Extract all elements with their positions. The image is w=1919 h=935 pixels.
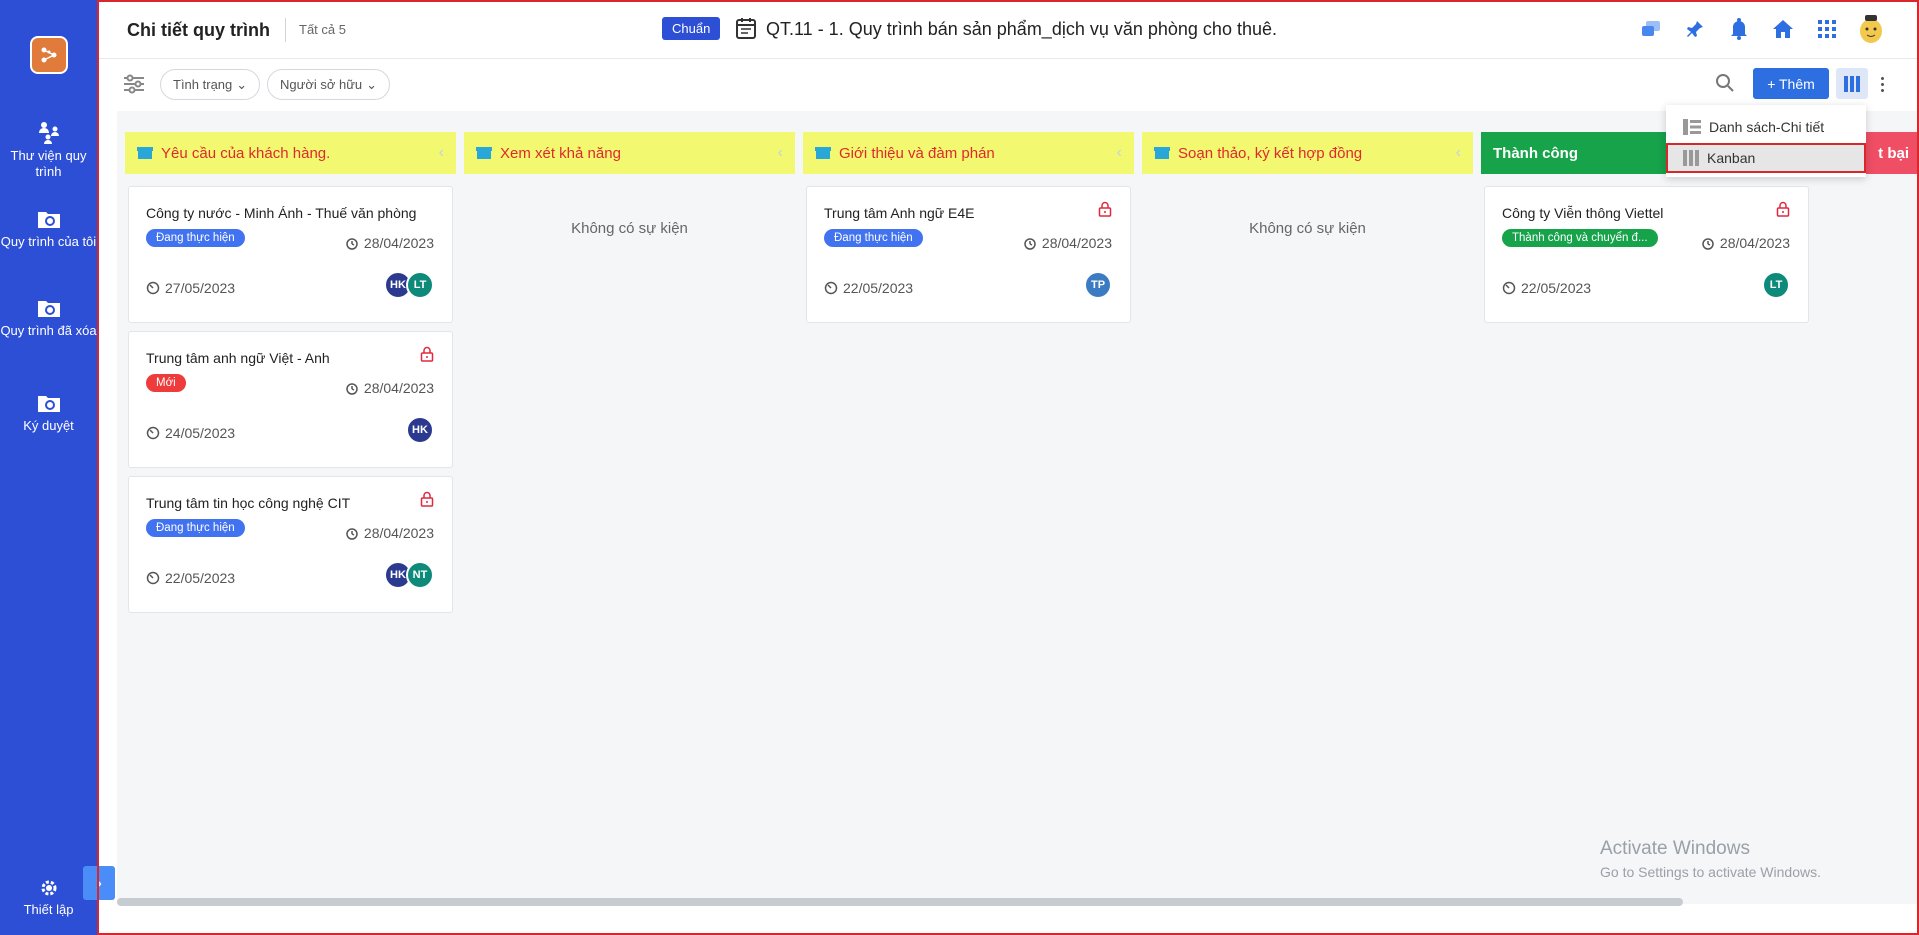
folder-delete-icon	[37, 301, 60, 317]
sidebar-item-label: Quy trình đã xóa	[0, 323, 97, 338]
folder-sign-icon	[37, 396, 60, 412]
sidebar-item-approval[interactable]: Ký duyệt	[0, 392, 97, 434]
sidebar: Thư viện quy trình Quy trình của tôi Quy…	[0, 0, 97, 935]
sidebar-item-my-processes[interactable]: Quy trình của tôi	[0, 208, 97, 250]
app-root: Thư viện quy trình Quy trình của tôi Quy…	[0, 0, 1919, 935]
logo-icon	[41, 47, 57, 63]
folder-eye-icon	[37, 212, 60, 228]
sidebar-item-label: Quy trình của tôi	[0, 234, 97, 249]
gear-icon	[41, 880, 56, 896]
app-logo[interactable]	[30, 36, 68, 74]
sidebar-item-deleted[interactable]: Quy trình đã xóa	[0, 297, 97, 339]
highlight-frame	[97, 0, 1919, 935]
people-tree-icon	[38, 122, 59, 144]
sidebar-item-library[interactable]: Thư viện quy trình	[0, 120, 97, 180]
sidebar-item-label: Thư viện quy trình	[10, 148, 87, 179]
sidebar-item-label: Ký duyệt	[23, 418, 74, 433]
settings-label: Thiết lập	[23, 902, 74, 917]
